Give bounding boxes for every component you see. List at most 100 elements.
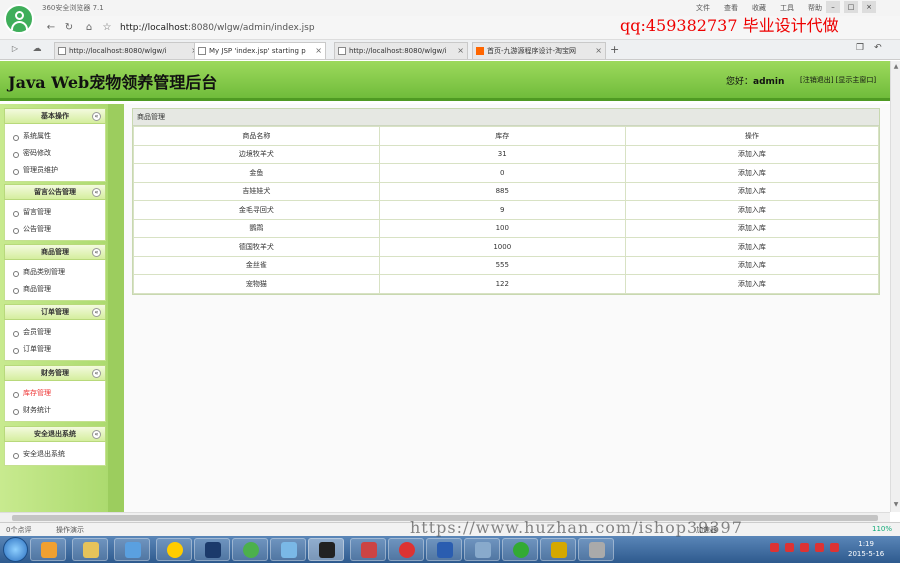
collapse-icon[interactable]: « — [92, 248, 101, 257]
main-content: 商品管理 商品名称 库存 操作 边境牧羊犬 31 添加入库 金鱼 0 添加入库 吉娃娃犬… — [124, 104, 890, 512]
tray-icon[interactable] — [800, 543, 809, 552]
address-input[interactable]: http://localhost:8080/wlgw/admin/index.j… — [120, 20, 610, 36]
sidebar-item-messages[interactable]: 留言管理 — [5, 204, 105, 221]
taskbar-app[interactable] — [232, 538, 268, 561]
panel-title: 商品管理 — [133, 109, 879, 126]
taskbar-app[interactable] — [114, 538, 150, 561]
taskbar-app[interactable] — [502, 538, 538, 561]
tray-icon[interactable] — [770, 543, 779, 552]
taskbar-app[interactable] — [350, 538, 386, 561]
network-icon — [125, 542, 141, 558]
tab-label: http://localhost:8080/wlgw/i — [349, 47, 447, 55]
menu-group-finance: 财务管理 « 库存管理 财务统计 — [4, 365, 106, 422]
taskbar-app[interactable] — [270, 538, 306, 561]
status-demo[interactable]: 操作演示 — [56, 525, 84, 535]
undo-icon[interactable]: ↶ — [874, 43, 882, 53]
cell-stock: 885 — [378, 181, 626, 201]
menu-group-title[interactable]: 安全退出系统 « — [4, 426, 106, 442]
menu-group-title[interactable]: 商品管理 « — [4, 244, 106, 260]
system-tray — [770, 543, 839, 552]
taskbar-app[interactable] — [464, 538, 500, 561]
tab-1[interactable]: http://localhost:8080/wlgw/i× — [54, 42, 202, 59]
page-title: Java Web宠物领养管理后台 — [8, 73, 218, 92]
menu-group-title[interactable]: 财务管理 « — [4, 365, 106, 381]
taskbar-app[interactable] — [388, 538, 424, 561]
taskbar-app[interactable] — [540, 538, 576, 561]
refresh-icon[interactable]: ↻ — [62, 21, 76, 35]
taskbar-app[interactable] — [156, 538, 192, 561]
sidebar-item-inventory[interactable]: 库存管理 — [5, 385, 105, 402]
menu-group-title[interactable]: 基本操作 « — [4, 108, 106, 124]
collapse-icon[interactable]: « — [92, 112, 101, 121]
sidebar-item-notices[interactable]: 公告管理 — [5, 221, 105, 238]
home-icon[interactable]: ⌂ — [82, 21, 96, 35]
sidebar-item-products[interactable]: 商品管理 — [5, 281, 105, 298]
address-path: :8080/wlgw/admin/index.jsp — [187, 23, 315, 33]
monitor-icon — [319, 542, 335, 558]
add-stock-link[interactable]: 添加入库 — [624, 274, 880, 294]
collapse-icon[interactable]: « — [92, 430, 101, 439]
taskbar-app[interactable] — [578, 538, 614, 561]
sidebar-item-admins[interactable]: 管理员维护 — [5, 162, 105, 179]
vertical-scrollbar[interactable]: ▲ ▼ — [890, 61, 900, 512]
tray-icon[interactable] — [815, 543, 824, 552]
taskbar-app[interactable] — [194, 538, 230, 561]
tab-close-icon[interactable]: × — [457, 43, 464, 59]
close-button[interactable]: × — [862, 1, 876, 13]
status-comments[interactable]: 0个点评 — [6, 525, 31, 535]
sidebar-item-orders[interactable]: 订单管理 — [5, 341, 105, 358]
collapse-icon[interactable]: « — [92, 369, 101, 378]
tab-close-icon[interactable]: × — [315, 43, 322, 59]
add-stock-link[interactable]: 添加入库 — [624, 237, 880, 257]
collapse-icon[interactable]: « — [92, 308, 101, 317]
zoom-level[interactable]: 110% — [872, 525, 892, 533]
taskbar-app[interactable] — [426, 538, 462, 561]
tray-icon[interactable] — [785, 543, 794, 552]
column-header-name: 商品名称 — [133, 126, 380, 146]
sidebar-toggle-icon[interactable]: ▷ — [8, 42, 22, 56]
taskbar-app[interactable] — [30, 538, 66, 561]
sidebar-item-members[interactable]: 会员管理 — [5, 324, 105, 341]
add-stock-link[interactable]: 添加入库 — [624, 181, 880, 201]
collapse-icon[interactable]: « — [92, 188, 101, 197]
tools-icon — [589, 542, 605, 558]
add-stock-link[interactable]: 添加入库 — [624, 144, 880, 164]
tab-4[interactable]: 首页-九游源程序设计-淘宝网 × — [472, 42, 606, 59]
360-icon — [513, 542, 529, 558]
scroll-up-icon[interactable]: ▲ — [892, 63, 900, 71]
add-stock-link[interactable]: 添加入库 — [624, 218, 880, 238]
tab-close-icon[interactable]: × — [595, 43, 602, 59]
sidebar-item-finance-stats[interactable]: 财务统计 — [5, 402, 105, 419]
tab-3[interactable]: http://localhost:8080/wlgw/i × — [334, 42, 468, 59]
sidebar-item-logout[interactable]: 安全退出系统 — [5, 446, 105, 463]
column-header-action: 操作 — [624, 126, 880, 146]
start-button-icon[interactable] — [3, 537, 28, 562]
app-icon — [281, 542, 297, 558]
maximize-button[interactable]: □ — [844, 1, 858, 13]
clock-time: 1:19 — [858, 540, 874, 548]
star-icon[interactable]: ☆ — [100, 21, 114, 35]
tab-label: http://localhost:8080/wlgw/i — [69, 47, 167, 55]
add-stock-link[interactable]: 添加入库 — [624, 163, 880, 183]
add-stock-link[interactable]: 添加入库 — [624, 200, 880, 220]
header-links[interactable]: [注销退出] [显示主窗口] — [800, 75, 876, 85]
cell-name: 边境牧羊犬 — [133, 144, 380, 164]
taskbar-app[interactable] — [72, 538, 108, 561]
user-avatar-icon[interactable] — [4, 4, 34, 34]
sidebar-item-system-properties[interactable]: 系统属性 — [5, 128, 105, 145]
cloud-icon[interactable]: ☁ — [30, 42, 44, 56]
restore-tabs-icon[interactable]: ❐ — [856, 43, 864, 53]
scroll-down-icon[interactable]: ▼ — [892, 501, 900, 509]
taskbar-app-active[interactable] — [308, 538, 344, 561]
menu-group-title[interactable]: 订单管理 « — [4, 304, 106, 320]
tray-icon[interactable] — [830, 543, 839, 552]
new-tab-icon[interactable]: + — [610, 43, 619, 56]
sidebar-item-categories[interactable]: 商品类别管理 — [5, 264, 105, 281]
add-stock-link[interactable]: 添加入库 — [624, 255, 880, 275]
menu-group-title[interactable]: 留言公告管理 « — [4, 184, 106, 200]
clock[interactable]: 1:19 2015-5-16 — [848, 539, 884, 559]
back-icon[interactable]: ← — [44, 21, 58, 35]
menu-group-label: 商品管理 — [41, 248, 69, 256]
tab-2[interactable]: My JSP 'index.jsp' starting p × — [194, 42, 326, 59]
sidebar-item-password[interactable]: 密码修改 — [5, 145, 105, 162]
